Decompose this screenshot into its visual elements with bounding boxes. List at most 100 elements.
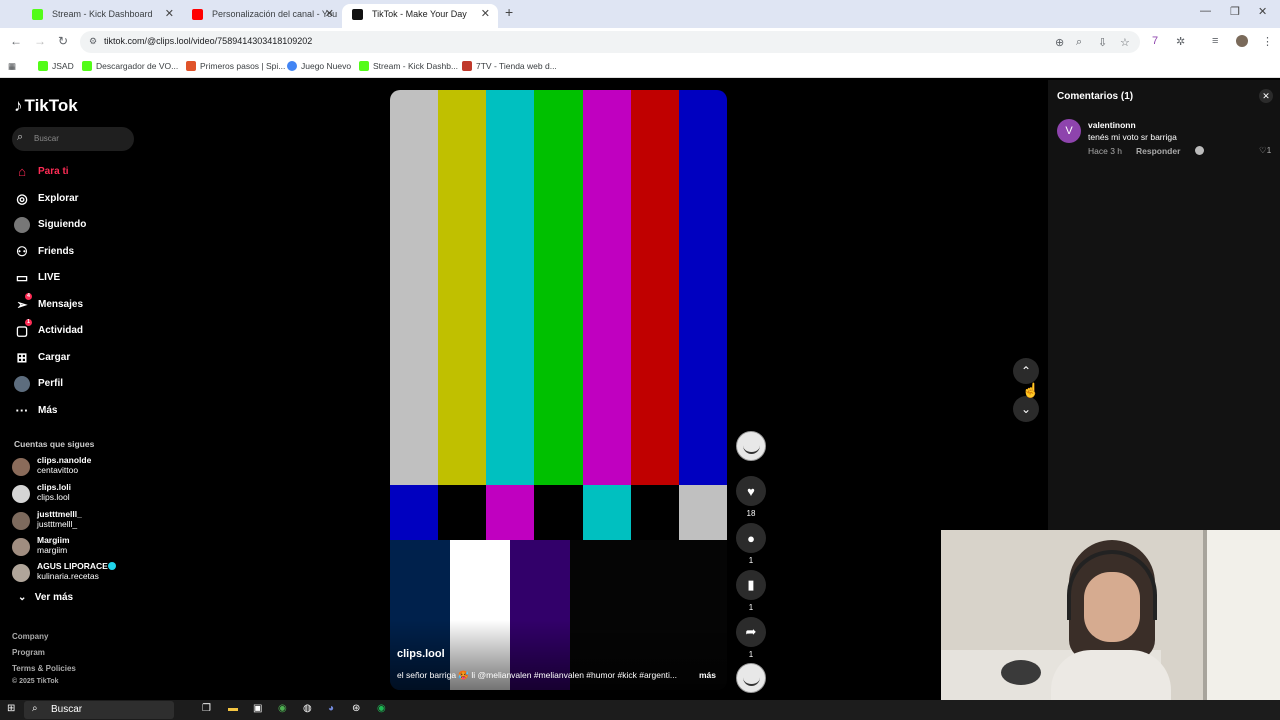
nav-perfil[interactable]: Perfil: [14, 374, 134, 401]
bookmark-star-icon[interactable]: ☆: [1120, 36, 1130, 49]
address-bar[interactable]: ⚙ tiktok.com/@clips.lool/video/758941430…: [80, 31, 1140, 53]
bookmark-label: 7TV - Tienda web d...: [476, 61, 557, 71]
zoom-icon[interactable]: ⌕: [1076, 36, 1082, 49]
media-control-icon[interactable]: ≡: [1212, 35, 1218, 47]
chrome-icon[interactable]: ◉: [278, 703, 287, 714]
upload-icon: ⊞: [16, 349, 28, 365]
bookmark-icon: ▮: [736, 570, 766, 600]
nav-actividad[interactable]: ▢ 1 Actividad: [14, 319, 134, 348]
creator-liked-avatar: [1195, 146, 1204, 155]
profile-avatar[interactable]: [1236, 35, 1248, 47]
close-window-icon[interactable]: ✕: [1258, 5, 1267, 18]
followed-account[interactable]: justttmelll_ justttmelll_: [12, 509, 132, 535]
nav-siguiendo[interactable]: Siguiendo: [14, 215, 134, 242]
apps-icon[interactable]: ▦: [8, 61, 16, 72]
bookmark-jsad[interactable]: JSAD: [38, 61, 74, 71]
spotify-icon[interactable]: ◉: [377, 703, 386, 714]
comment-username[interactable]: valentinonn: [1088, 120, 1136, 130]
caption-more-link[interactable]: más: [699, 670, 716, 680]
nav-mas[interactable]: ··· Más: [14, 401, 134, 428]
video-player[interactable]: clips.lool el señor barriga 🥵 li @melian…: [390, 90, 727, 690]
search-placeholder: Buscar: [34, 134, 59, 143]
close-tab-icon[interactable]: ✕: [481, 4, 490, 24]
footer-link-program[interactable]: Program: [12, 648, 45, 657]
translate-icon[interactable]: ⊕: [1055, 36, 1064, 49]
bookmark-descargador[interactable]: Descargador de VO...: [82, 61, 178, 71]
back-icon[interactable]: ←: [10, 34, 22, 48]
close-tab-icon[interactable]: ✕: [165, 4, 174, 24]
nav-cargar[interactable]: ⊞ Cargar: [14, 348, 134, 375]
nav-live[interactable]: ▭ LIVE: [14, 268, 134, 295]
see-more-button[interactable]: ⌄ Ver más: [18, 592, 73, 603]
comment-like-button[interactable]: ♡1: [1259, 145, 1271, 156]
tab-tiktok[interactable]: TikTok - Make Your Day ✕: [342, 4, 498, 28]
copyright: © 2025 TikTok: [12, 678, 59, 685]
save-button[interactable]: ▮ 1: [736, 570, 766, 612]
discord-icon[interactable]: ◕: [328, 703, 334, 714]
tab-youtube-channel[interactable]: Personalización del canal - You ✕: [182, 4, 342, 28]
reload-icon[interactable]: ↻: [58, 34, 68, 48]
share-button[interactable]: ➦ 1: [736, 617, 766, 659]
browser-menu-icon[interactable]: ⋮: [1262, 35, 1273, 48]
forward-icon[interactable]: →: [34, 34, 46, 48]
color-bar: [679, 90, 727, 485]
steam-icon[interactable]: ⊛: [352, 703, 360, 714]
following-header: Cuentas que sigues: [14, 439, 95, 449]
install-icon[interactable]: ⇩: [1098, 36, 1107, 49]
tab-title: TikTok - Make Your Day: [372, 9, 467, 19]
reply-button[interactable]: Responder: [1136, 146, 1180, 156]
footer-link-company[interactable]: Company: [12, 632, 48, 641]
comment-button[interactable]: ● 1: [736, 523, 766, 565]
author-avatar[interactable]: [736, 431, 766, 461]
comment-time: Hace 3 h: [1088, 146, 1123, 156]
maximize-icon[interactable]: ❐: [1230, 5, 1240, 18]
browser-tab-bar: Stream - Kick Dashboard ✕ Personalizació…: [0, 0, 1280, 28]
bookmark-kick-stream[interactable]: Stream - Kick Dashb...: [359, 61, 458, 71]
followed-account[interactable]: Margiim margiim: [12, 535, 132, 561]
extensions-icon[interactable]: ✲: [1176, 35, 1185, 48]
color-bar: [583, 90, 631, 485]
music-disc[interactable]: [736, 663, 766, 693]
mouse-cursor-icon: ☝: [1022, 382, 1040, 398]
heart-icon: ♥: [736, 476, 766, 506]
nav-explorar[interactable]: ◎ Explorar: [14, 189, 134, 216]
webcam-body: [1051, 650, 1171, 700]
like-button[interactable]: ♥ 18: [736, 476, 766, 518]
followed-account[interactable]: clips.nanolde centavittoo: [12, 455, 132, 481]
avatar: [12, 512, 30, 530]
store-icon[interactable]: ▣: [253, 703, 262, 714]
nav-mensajes[interactable]: ➢ 4 Mensajes: [14, 292, 134, 322]
windows-start-icon[interactable]: ⊞: [7, 703, 15, 714]
bookmark-7tv[interactable]: 7TV - Tienda web d...: [462, 61, 557, 71]
tab-kick-dashboard[interactable]: Stream - Kick Dashboard ✕: [22, 4, 182, 28]
close-comments-icon[interactable]: ✕: [1259, 89, 1273, 103]
nav-label: Mensajes: [38, 298, 84, 310]
nav-friends[interactable]: ⚇ Friends: [14, 242, 134, 269]
taskbar-search[interactable]: ⌕ Buscar: [24, 701, 174, 719]
account-name: kulinaria.recetas: [37, 571, 99, 581]
color-bar: [631, 485, 679, 540]
followed-account[interactable]: AGUS LIPORACE kulinaria.recetas: [12, 561, 132, 587]
file-explorer-icon[interactable]: ▬: [228, 703, 238, 714]
footer-link-terms[interactable]: Terms & Policies: [12, 664, 76, 673]
obs-icon[interactable]: ◍: [303, 703, 312, 714]
tiktok-logo[interactable]: ♪ TikTok: [14, 96, 78, 116]
windows-taskbar: ⊞ ⌕ Buscar ❐ ▬ ▣ ◉ ◍ ◕ ⊛ ◉: [0, 700, 1280, 720]
new-tab-icon[interactable]: +: [505, 4, 513, 20]
previous-video-button[interactable]: ⌃: [1013, 358, 1039, 384]
followed-account[interactable]: clips.loli clips.lool: [12, 482, 132, 508]
minimize-icon[interactable]: —: [1200, 5, 1211, 17]
webcam-overlay: [941, 530, 1280, 700]
avatar: [12, 538, 30, 556]
close-tab-icon[interactable]: ✕: [325, 4, 334, 24]
comment-avatar[interactable]: V: [1057, 119, 1081, 143]
site-info-icon[interactable]: ⚙: [89, 36, 97, 47]
next-video-button[interactable]: ⌄: [1013, 396, 1039, 422]
extension-7tv-icon[interactable]: 7: [1152, 35, 1158, 47]
bookmark-juego-nuevo[interactable]: Juego Nuevo: [287, 61, 351, 71]
task-view-icon[interactable]: ❐: [202, 703, 211, 714]
video-author[interactable]: clips.lool: [397, 648, 445, 660]
search-input[interactable]: ⌕ Buscar: [12, 127, 134, 151]
nav-para-ti[interactable]: ⌂ Para ti: [14, 162, 134, 189]
bookmark-primeros-pasos[interactable]: Primeros pasos | Spi...: [186, 61, 285, 71]
